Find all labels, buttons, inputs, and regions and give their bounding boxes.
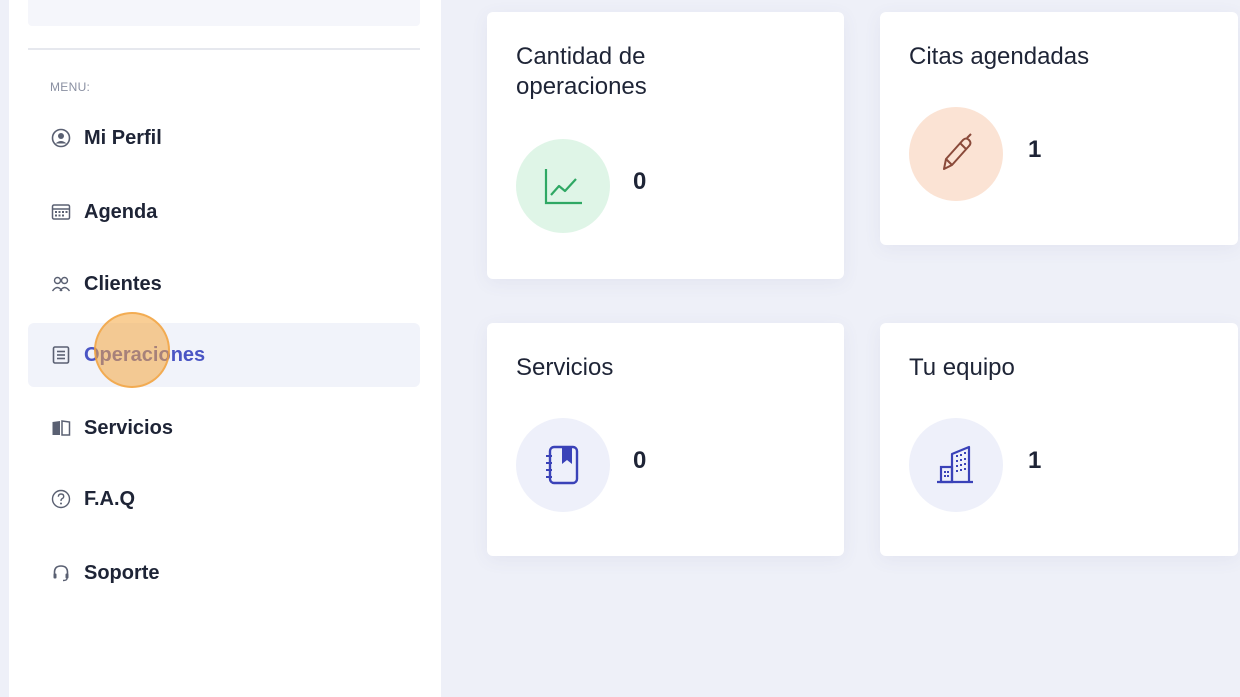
- sidebar-header-box: [28, 0, 420, 26]
- sidebar-item-faq[interactable]: F.A.Q: [28, 467, 420, 531]
- card-title: Servicios: [516, 354, 614, 381]
- sidebar-item-clientes[interactable]: Clientes: [28, 252, 420, 316]
- sidebar-item-agenda[interactable]: Agenda: [28, 180, 420, 244]
- sidebar-item-label: Mi Perfil: [84, 126, 162, 149]
- sidebar-item-soporte[interactable]: Soporte: [28, 541, 420, 605]
- headset-icon: [50, 562, 72, 584]
- pencil-icon: [909, 107, 1003, 201]
- document-list-icon: [50, 344, 72, 366]
- users-icon: [50, 273, 72, 295]
- card-title: Citas agendadas: [909, 43, 1090, 70]
- sidebar-item-label: Clientes: [84, 272, 162, 295]
- sidebar-item-label: Operaciones: [84, 343, 206, 366]
- card-value: 1: [1028, 136, 1042, 163]
- sidebar-item-operaciones[interactable]: Operaciones: [28, 323, 420, 387]
- card-value: 1: [1028, 447, 1042, 474]
- building-icon: [909, 418, 1003, 512]
- sidebar: MENU: Mi Perfil Agenda Clientes Operacio…: [9, 0, 441, 697]
- sidebar-divider: [28, 48, 420, 50]
- calendar-icon: [50, 201, 72, 223]
- card-citas-agendadas[interactable]: Citas agendadas 1: [880, 12, 1238, 245]
- sidebar-item-servicios[interactable]: Servicios: [28, 396, 420, 460]
- sidebar-item-label: Servicios: [84, 416, 173, 439]
- card-title: Tu equipo: [909, 354, 1015, 381]
- book-open-icon: [50, 417, 72, 439]
- card-value: 0: [633, 168, 647, 195]
- line-chart-icon: [516, 139, 610, 233]
- card-tu-equipo[interactable]: Tu equipo 1: [880, 323, 1238, 556]
- card-cantidad-operaciones[interactable]: Cantidad de operaciones 0: [487, 12, 844, 279]
- card-title: Cantidad de operaciones: [516, 43, 647, 100]
- menu-label: MENU:: [50, 80, 91, 94]
- sidebar-item-label: F.A.Q: [84, 487, 136, 510]
- notebook-icon: [516, 418, 610, 512]
- sidebar-item-label: Soporte: [84, 561, 160, 584]
- question-circle-icon: [50, 488, 72, 510]
- sidebar-item-mi-perfil[interactable]: Mi Perfil: [28, 106, 420, 170]
- card-servicios[interactable]: Servicios 0: [487, 323, 844, 556]
- sidebar-item-label: Agenda: [84, 200, 158, 223]
- user-circle-icon: [50, 127, 72, 149]
- card-value: 0: [633, 447, 647, 474]
